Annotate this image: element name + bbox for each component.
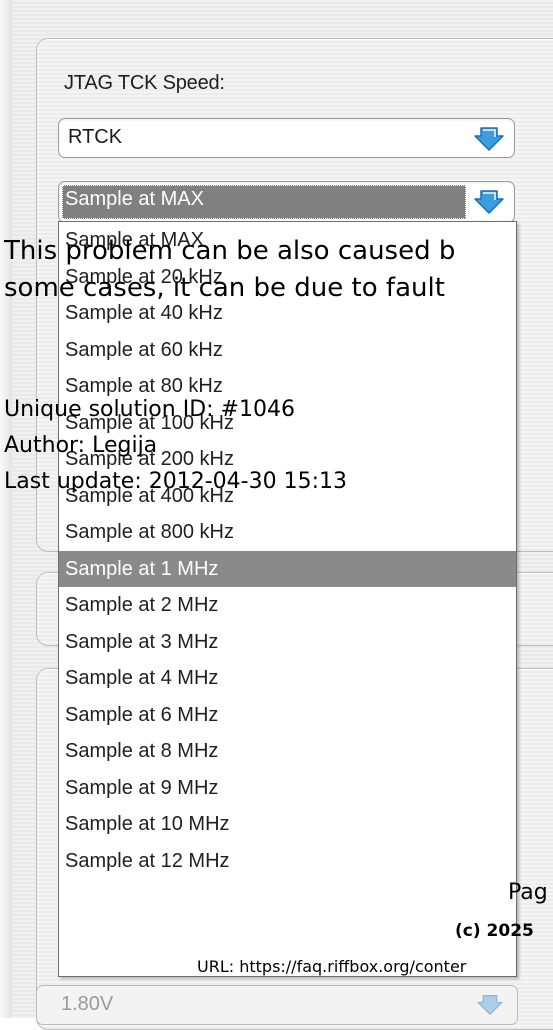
dropdown-option[interactable]: Sample at 3 MHz (59, 624, 516, 661)
author: Author: Legija (4, 433, 158, 458)
voltage-select[interactable]: 1.80V (36, 985, 518, 1025)
copyright: (c) 2025 (455, 921, 534, 941)
overlay-text-line-1: This problem can be also caused b (4, 236, 456, 266)
dropdown-option[interactable]: Sample at 12 MHz (59, 843, 516, 880)
sample-rate-select[interactable]: Sample at MAX (58, 181, 515, 223)
dropdown-option[interactable]: Sample at 1 MHz (59, 550, 516, 587)
overlay-text-line-2: some cases, it can be due to fault (4, 273, 445, 303)
sample-rate-value: Sample at MAX (65, 188, 204, 210)
dropdown-option[interactable]: Sample at 800 kHz (59, 514, 516, 551)
page-url[interactable]: URL: https://faq.riffbox.org/conter (197, 957, 466, 976)
dropdown-option[interactable]: Sample at 8 MHz (59, 733, 516, 770)
dropdown-option[interactable]: Sample at 10 MHz (59, 806, 516, 843)
dropdown-option[interactable]: Sample at 60 kHz (59, 332, 516, 369)
last-update: Last update: 2012-04-30 15:13 (4, 469, 347, 494)
jtag-tck-speed-label: JTAG TCK Speed: (64, 72, 225, 94)
dropdown-option[interactable]: Sample at 4 MHz (59, 660, 516, 697)
dropdown-option[interactable]: Sample at 6 MHz (59, 697, 516, 734)
solution-id: Unique solution ID: #1046 (4, 397, 295, 422)
chevron-down-icon[interactable] (472, 126, 506, 152)
dropdown-option[interactable]: Sample at 2 MHz (59, 587, 516, 624)
chevron-down-icon[interactable] (472, 189, 506, 215)
dropdown-option[interactable]: Sample at 9 MHz (59, 770, 516, 807)
jtag-speed-select[interactable]: RTCK (58, 118, 515, 158)
jtag-speed-value: RTCK (68, 126, 123, 148)
sample-rate-dropdown-list: Sample at MAX Sample at 20 kHz Sample at 4… (58, 221, 517, 977)
page-number: Pag (508, 880, 548, 905)
chevron-down-icon[interactable] (475, 994, 505, 1016)
voltage-value: 1.80V (61, 993, 114, 1015)
